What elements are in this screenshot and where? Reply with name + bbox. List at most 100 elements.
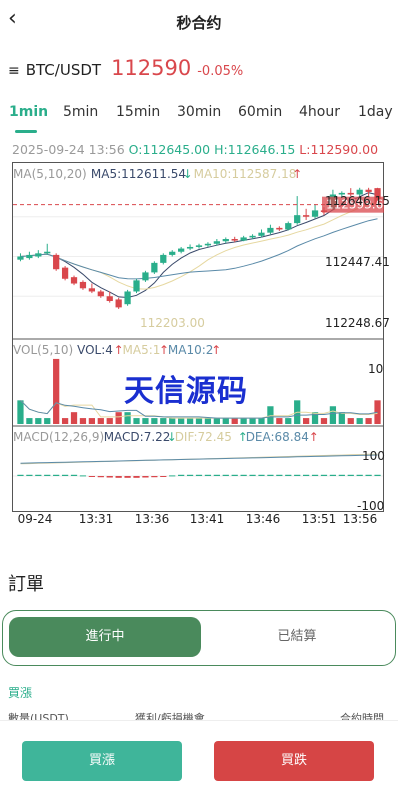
candle [365,189,372,192]
vol-legend-item: VOL:4 [77,343,113,357]
macd-legend-item: DIF:72.45 [175,430,232,444]
volume-bar [347,418,354,424]
volume-bar [35,418,42,424]
macd-bar [17,474,24,476]
vol-legend-item: MA5:1 [123,343,161,357]
candle [17,256,24,260]
volume-bar [151,418,158,424]
volume-bar [186,418,194,424]
macd-bar [160,476,167,477]
macd-bar [61,474,69,476]
dea-line [20,454,378,464]
candle [26,254,33,259]
candle [249,235,256,238]
volume-bar [124,412,131,424]
volume-bar [97,418,104,424]
macd-bar [169,475,176,477]
volume-bar [320,418,328,424]
macd-bar [35,474,42,476]
macd-bar [213,474,220,476]
candle [222,239,229,242]
candle [195,245,203,247]
candle [186,246,194,249]
macd-legend-item: MACD(12,26,9) [13,430,104,444]
candle [302,215,310,217]
macd-bar [97,476,104,478]
macd-y-tick: 100 [362,449,385,463]
volume-bar [53,358,60,424]
macd-legend-item: DEA:68.84 [246,430,309,444]
buy-up-button[interactable]: 買漲 [22,741,182,781]
macd-bar [347,474,354,476]
macd-bar [195,474,203,476]
macd-bar [124,476,131,478]
macd-bar [186,474,194,476]
macd-bar [133,476,140,478]
candle [79,281,87,289]
macd-bar [53,474,60,476]
macd-bar [44,474,51,476]
orders-title: 訂單 [8,574,44,595]
vol-legend-item: ↑ [211,343,221,357]
volume-bar [222,418,229,424]
tab-settled[interactable]: 已結算 [201,617,393,657]
macd-bar [338,474,345,476]
macd-bar [276,474,283,476]
macd-bar [311,474,319,476]
main-legend-item: ↓ [183,167,193,181]
x-tick-label: 13:36 [135,512,170,526]
candle [53,254,60,270]
x-tick-label: 09-24 [18,512,53,526]
volume-bar [285,418,292,424]
buy-down-button[interactable]: 買跌 [214,741,374,781]
kline-chart-canvas: 112593.67112646.15112447.41112248.671122… [12,167,391,526]
volume-bar [240,418,247,424]
candle [88,288,96,292]
candle [294,215,301,224]
candle [276,227,283,230]
y-tick-label: 112646.15 [325,194,390,208]
macd-bar [329,474,337,476]
candle [124,291,131,305]
low-price-marker: 112203.00 [140,316,205,330]
macd-bar [106,476,113,478]
candle [160,254,167,263]
candle [231,239,238,241]
macd-bar [320,474,328,476]
macd-bar [79,475,87,477]
volume-bar [70,412,78,424]
main-legend-item: MA10:112587.18 [194,167,297,181]
volume-bar [160,418,167,424]
y-tick-label: 112248.67 [325,316,390,330]
volume-bar [356,418,363,424]
volume-bar [133,418,140,424]
macd-bar [151,476,158,478]
vol-legend-item: MA10:2 [168,343,214,357]
macd-bar [178,474,185,476]
candle [204,243,212,246]
candle [142,272,149,281]
macd-bar [285,474,292,476]
volume-bar [267,406,274,424]
tab-in-progress[interactable]: 進行中 [9,617,201,657]
volume-bar [106,418,113,424]
candle [115,299,122,308]
main-legend-item: MA(5,10,20) [13,167,87,181]
volume-bar [88,418,96,424]
candle [35,253,42,257]
candle [106,296,113,302]
volume-bar [365,418,372,424]
candle [240,237,247,241]
macd-bar [258,474,265,476]
vol-y-tick: 10 [368,362,383,376]
candle [61,267,69,279]
volume-bar [44,418,51,424]
candle [267,227,274,233]
volume-bar [311,412,319,424]
macd-bar [115,476,122,478]
macd-y-tick: -100 [357,499,384,513]
x-tick-label: 13:41 [190,512,225,526]
volume-bar [249,418,256,424]
candle [258,232,265,236]
candle [285,223,292,230]
